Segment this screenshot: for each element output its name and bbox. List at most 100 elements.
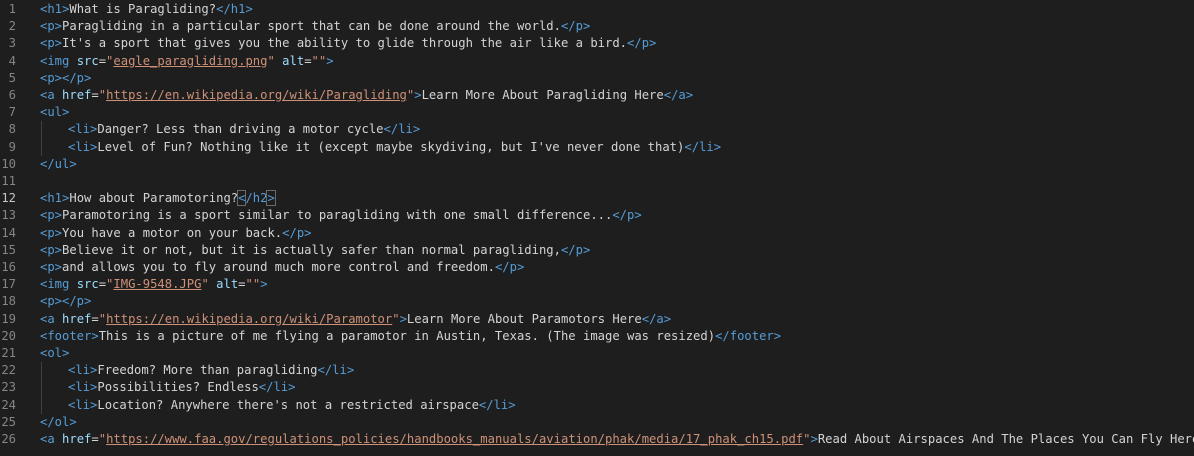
line-number: 7 — [8, 105, 16, 120]
code-token: <h1> — [40, 191, 70, 206]
code-line[interactable]: 26 <a href="https://www.faa.gov/regulatio… — [0, 431, 1194, 448]
code-line[interactable]: 14 <p>You have a motor on your back.</p> — [0, 225, 1194, 242]
code-line[interactable]: 23 <li>Possibilities? Endless</li> — [0, 379, 1194, 396]
code-token: </a> — [663, 88, 694, 102]
code-token: </p> — [560, 19, 591, 34]
code-text: <p>Believe it or not, but it is actually… — [40, 242, 590, 259]
code-token: "" — [245, 277, 261, 292]
code-token: <footer> — [40, 328, 99, 343]
code-token: </li> — [317, 363, 355, 378]
code-text: <p>Paramotoring is a sport similar to pa… — [40, 207, 642, 224]
code-token: " — [98, 311, 107, 326]
line-number: 14 — [1, 225, 16, 240]
code-token: " — [392, 311, 400, 326]
code-line[interactable]: 5 <p></p> — [0, 70, 1194, 87]
code-token: and allows you to fly around much more c… — [62, 260, 495, 274]
code-text: <img src="IMG-9548.JPG" alt=""> — [40, 276, 268, 293]
link-token[interactable]: https://www.faa.gov/regulations_policies… — [106, 432, 803, 446]
code-line[interactable]: 1 <h1>What is Paragliding?</h1> — [0, 1, 1194, 18]
code-line[interactable]: 7 <ul> — [0, 104, 1194, 121]
line-number: 10 — [1, 156, 16, 171]
indent-guide — [41, 362, 42, 414]
code-editor[interactable]: 1 <h1>What is Paragliding?</h1> 2 <p>Paragl… — [0, 0, 1194, 456]
code-token: <p> — [40, 242, 63, 257]
link-token[interactable]: IMG-9548.JPG — [113, 277, 201, 291]
code-token: Paramotoring is a sport similar to parag… — [62, 208, 613, 223]
code-token: = — [98, 277, 107, 292]
line-number: 17 — [1, 277, 16, 292]
code-line[interactable]: 12 <h1>How about Paramotoring?</h2> — [0, 190, 1194, 208]
code-text: <h1>How about Paramotoring?</h2> — [40, 190, 276, 207]
code-token: <a — [40, 88, 63, 102]
link-token[interactable]: https://en.wikipedia.org/wiki/Paraglidin… — [106, 88, 407, 102]
code-token: Learn More About Paramotors Here — [406, 311, 642, 326]
code-line[interactable]: 10 </ul> — [0, 156, 1194, 173]
line-number: 21 — [1, 346, 16, 360]
code-token: = — [91, 432, 99, 446]
code-text: </ul> — [40, 156, 77, 173]
code-line[interactable]: 4 <img src="eagle_paragliding.png" alt=""… — [0, 53, 1194, 70]
code-line[interactable]: 15 <p>Believe it or not, but it is actual… — [0, 242, 1194, 259]
code-token: <p></p> — [40, 70, 92, 85]
code-token: <a — [40, 311, 63, 326]
code-token: Danger? Less than driving a motor cycle — [97, 122, 384, 137]
code-line[interactable]: 13 <p>Paramotoring is a sport similar to … — [0, 207, 1194, 224]
code-token: <p> — [40, 36, 63, 51]
code-line[interactable]: 2 <p>Paragliding in a particular sport th… — [0, 18, 1194, 35]
code-token: = — [304, 53, 312, 68]
code-token: <li> — [68, 139, 98, 154]
code-text: <footer>This is a picture of me flying a… — [40, 328, 781, 345]
line-number: 15 — [1, 242, 16, 257]
code-line[interactable]: 11 — [0, 173, 1194, 190]
code-token: </p> — [494, 260, 525, 274]
code-token: " — [98, 432, 107, 446]
line-number: 4 — [8, 53, 16, 68]
code-line[interactable]: 17 <img src="IMG-9548.JPG" alt=""> — [0, 276, 1194, 293]
code-line[interactable]: 3 <p>It's a sport that gives you the abil… — [0, 35, 1194, 52]
line-number: 3 — [8, 36, 16, 51]
code-line[interactable]: 24 <li>Location? Anywhere there's not a r… — [0, 397, 1194, 414]
link-token[interactable]: eagle_paragliding.png — [113, 54, 267, 68]
code-token: <h1> — [40, 2, 70, 16]
code-text: <li>Freedom? More than paragliding</li> — [68, 362, 354, 379]
code-token: This is a picture of me flying a paramot… — [98, 328, 716, 343]
code-text: <li>Danger? Less than driving a motor cy… — [68, 121, 420, 138]
code-text: <li>Location? Anywhere there's not a res… — [68, 397, 516, 414]
line-number: 2 — [8, 19, 16, 34]
code-token: </footer> — [715, 328, 782, 343]
line-number: 8 — [8, 122, 16, 137]
code-text: <a href="https://en.wikipedia.org/wiki/P… — [40, 311, 671, 328]
code-line[interactable]: 18 <p></p> — [0, 293, 1194, 310]
code-text: <p></p> — [40, 293, 91, 310]
code-line[interactable]: 20 <footer>This is a picture of me flying… — [0, 328, 1194, 345]
code-token: <ul> — [40, 105, 70, 120]
code-text: </ol> — [40, 414, 77, 431]
code-text: <p></p> — [40, 70, 91, 87]
line-number: 22 — [1, 363, 16, 378]
code-line[interactable]: 6 <a href="https://en.wikipedia.org/wiki/… — [0, 87, 1194, 104]
code-token: </li> — [478, 397, 516, 412]
code-text: <h1>What is Paragliding?</h1> — [40, 1, 253, 18]
code-token: <img — [40, 53, 77, 68]
code-token: src — [76, 53, 99, 68]
code-token: </p> — [612, 208, 642, 223]
code-token: Learn More About Paragliding Here — [421, 88, 664, 102]
code-line[interactable]: 9 <li>Level of Fun? Nothing like it (exce… — [0, 139, 1194, 156]
code-token: " — [267, 53, 275, 68]
code-line[interactable]: 8 <li>Danger? Less than driving a motor c… — [0, 121, 1194, 138]
link-token[interactable]: https://en.wikipedia.org/wiki/Paramotor — [106, 312, 392, 326]
code-token: </p> — [282, 225, 312, 240]
code-line[interactable]: 19 <a href="https://en.wikipedia.org/wiki… — [0, 311, 1194, 328]
code-text: <p>Paragliding in a particular sport tha… — [40, 18, 590, 35]
line-number: 13 — [1, 208, 16, 223]
line-number: 18 — [1, 294, 16, 309]
line-number: 20 — [1, 328, 16, 343]
code-token: </h1> — [216, 2, 253, 16]
code-line[interactable]: 16 <p>and allows you to fly around much m… — [0, 259, 1194, 276]
code-token: Possibilities? Endless — [97, 380, 259, 395]
line-number: 26 — [1, 432, 16, 446]
code-line[interactable]: 22 <li>Freedom? More than paragliding</li… — [0, 362, 1194, 379]
code-token: > — [266, 190, 276, 207]
code-line[interactable]: 21 <ol> — [0, 345, 1194, 362]
code-line[interactable]: 25 </ol> — [0, 414, 1194, 431]
